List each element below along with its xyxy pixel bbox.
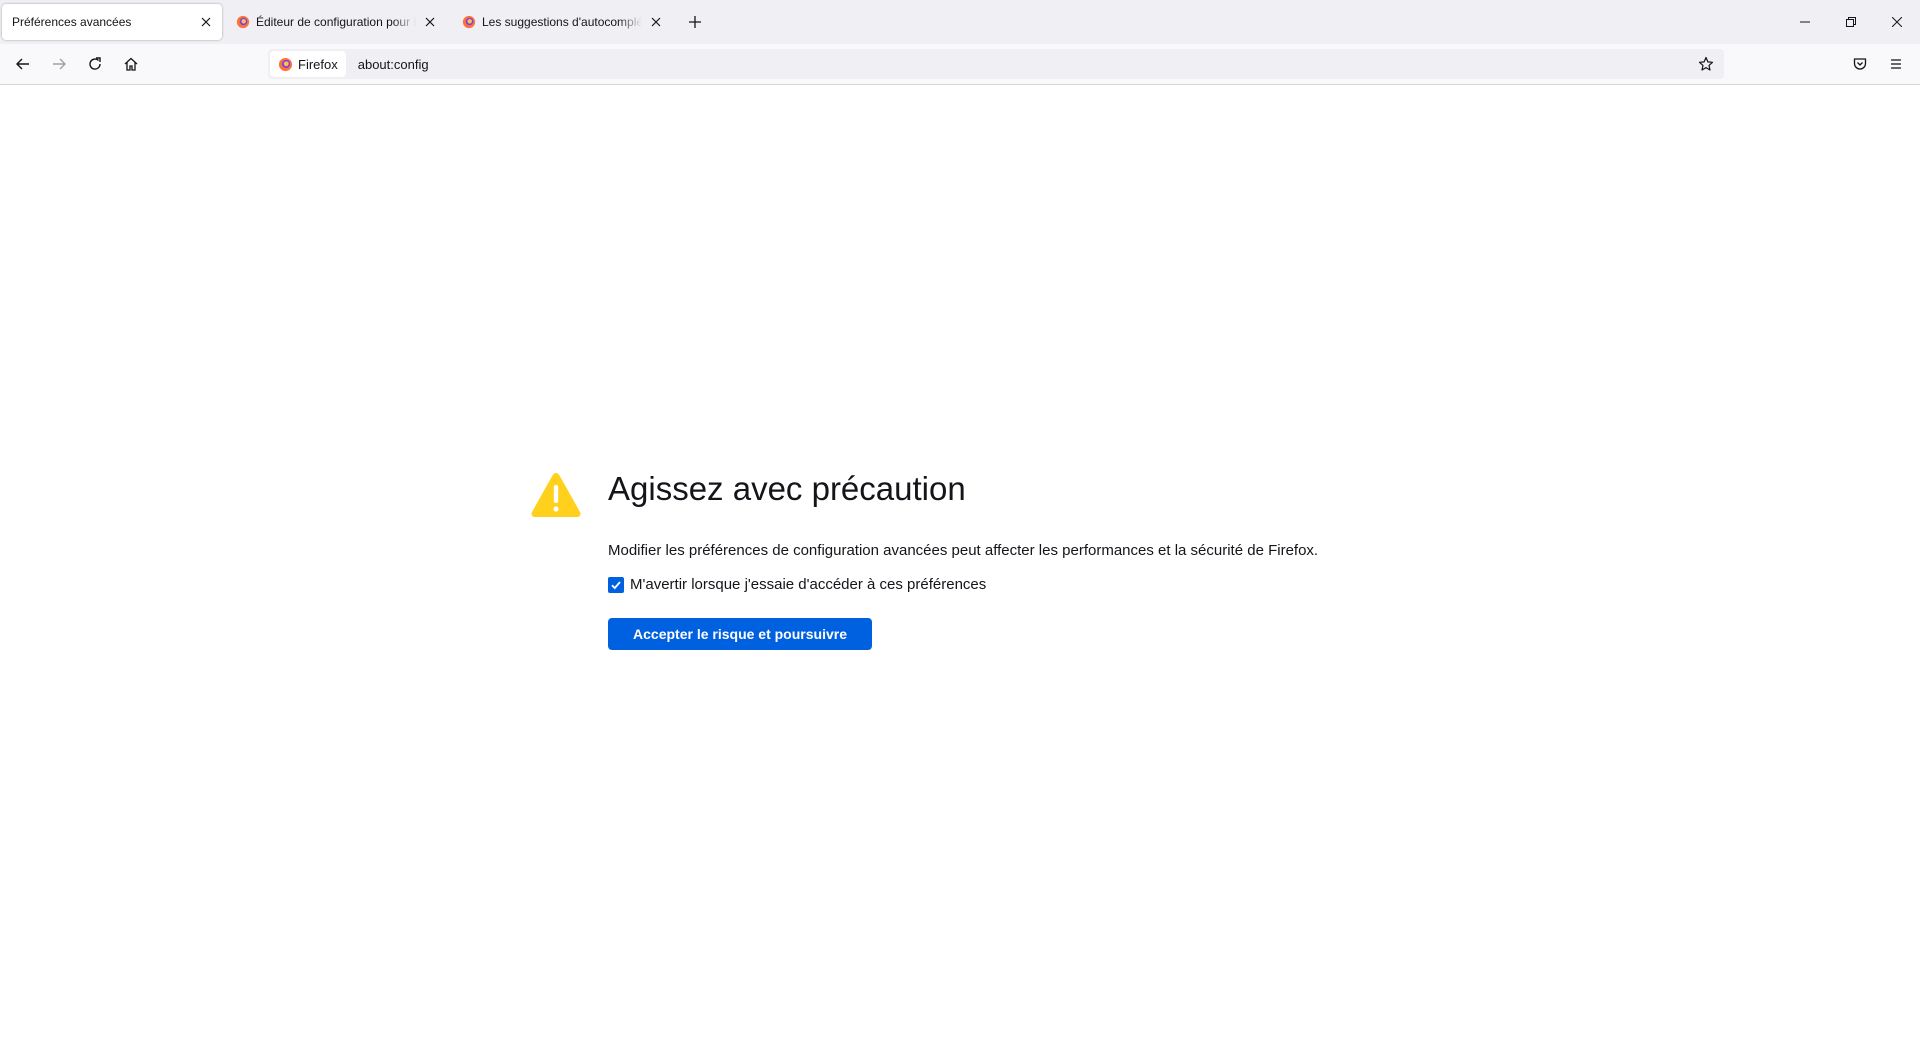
warn-checkbox-row[interactable]: M'avertir lorsque j'essaie d'accéder à c… bbox=[608, 576, 986, 593]
new-tab-button[interactable] bbox=[683, 10, 707, 34]
close-window-button[interactable] bbox=[1874, 0, 1920, 44]
close-icon bbox=[1892, 17, 1902, 27]
pocket-button[interactable] bbox=[1846, 50, 1874, 78]
home-icon bbox=[124, 57, 138, 71]
close-tab-icon[interactable] bbox=[646, 12, 666, 32]
minimize-icon bbox=[1800, 21, 1810, 23]
warning-description: Modifier les préférences de configuratio… bbox=[608, 542, 1319, 559]
forward-button[interactable] bbox=[45, 50, 73, 78]
firefox-icon bbox=[462, 15, 476, 29]
tab-editeur-configuration[interactable]: Éditeur de configuration pour Firefox bbox=[226, 4, 446, 40]
bookmark-button[interactable] bbox=[1696, 54, 1716, 74]
warn-checkbox-label: M'avertir lorsque j'essaie d'accéder à c… bbox=[630, 576, 987, 593]
page-content: Agissez avec précaution Modifier les pré… bbox=[0, 86, 1920, 1040]
tab-label: Les suggestions d'autocomplétion bbox=[482, 15, 642, 29]
identity-label: Firefox bbox=[298, 56, 338, 72]
minimize-button[interactable] bbox=[1782, 0, 1828, 44]
reload-button[interactable] bbox=[81, 50, 109, 78]
firefox-icon bbox=[278, 57, 293, 71]
restore-icon bbox=[1846, 17, 1856, 27]
plus-icon bbox=[689, 16, 701, 28]
tab-preferences-avancees[interactable]: Préférences avancées bbox=[2, 4, 222, 40]
home-button[interactable] bbox=[117, 50, 145, 78]
firefox-icon bbox=[236, 15, 250, 29]
tab-label: Préférences avancées bbox=[12, 15, 132, 29]
bookmark-star-icon bbox=[1698, 56, 1714, 71]
pocket-icon bbox=[1853, 58, 1867, 70]
main-menu-button[interactable] bbox=[1882, 50, 1910, 78]
hamburger-menu-icon bbox=[1891, 59, 1901, 69]
url-text[interactable]: about:config bbox=[358, 57, 429, 72]
warn-checkbox[interactable] bbox=[608, 576, 624, 593]
url-bar[interactable]: Firefox about:config bbox=[268, 49, 1724, 79]
reload-icon bbox=[89, 57, 101, 70]
identity-box[interactable]: Firefox bbox=[270, 51, 346, 77]
tab-suggestions-autocompletion[interactable]: Les suggestions d'autocomplétion bbox=[452, 4, 672, 40]
forward-arrow-icon bbox=[53, 58, 66, 70]
back-button[interactable] bbox=[9, 50, 37, 78]
tab-strip: Préférences avancées Éditeur de configur… bbox=[0, 0, 1920, 44]
navigation-toolbar: Firefox about:config bbox=[0, 44, 1920, 85]
accept-risk-button[interactable]: Accepter le risque et poursuivre bbox=[608, 618, 872, 650]
tab-label: Éditeur de configuration pour Firefox bbox=[256, 15, 416, 29]
back-arrow-icon bbox=[16, 58, 29, 70]
warning-triangle-icon bbox=[531, 473, 581, 517]
checkmark-icon bbox=[611, 580, 621, 589]
close-tab-icon[interactable] bbox=[196, 12, 216, 32]
page-title: Agissez avec précaution bbox=[608, 470, 966, 507]
restore-button[interactable] bbox=[1828, 0, 1874, 44]
close-tab-icon[interactable] bbox=[420, 12, 440, 32]
